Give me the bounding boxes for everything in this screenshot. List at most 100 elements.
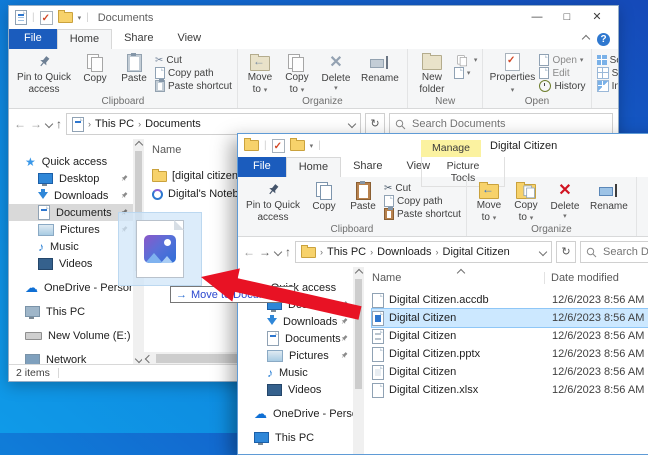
properties-button[interactable]: Properties ▾ <box>488 51 536 96</box>
open-button[interactable]: Open ▾ <box>539 54 585 66</box>
search-input[interactable] <box>410 117 607 131</box>
back-icon[interactable]: ← <box>14 117 26 131</box>
address-bar[interactable]: › This PC › Downloads › Digital Citizen <box>295 241 552 263</box>
scroll-up-icon[interactable] <box>134 140 144 150</box>
select-all-button[interactable]: Select all <box>596 54 618 66</box>
new-folder-button[interactable]: New folder <box>642 179 648 224</box>
tab-home[interactable]: Home <box>285 157 342 177</box>
copy-button[interactable]: Copy <box>306 179 342 224</box>
column-header-date-modified[interactable]: Date modified <box>544 272 619 284</box>
breadcrumb-downloads[interactable]: Downloads <box>377 246 431 258</box>
sidebar-item-quick-access[interactable]: ★Quick access <box>9 153 133 170</box>
manage-contextual-label[interactable]: Manage <box>421 140 481 157</box>
close-button[interactable]: ✕ <box>582 6 612 29</box>
file-row-selected[interactable]: Digital Citizen 12/6/2023 8:56 AM <box>371 308 648 328</box>
address-dropdown-icon[interactable] <box>347 119 357 129</box>
sidebar-item-documents[interactable]: Documents <box>238 330 353 347</box>
paste-button[interactable]: Paste <box>116 51 152 96</box>
tab-home[interactable]: Home <box>56 29 113 49</box>
sidebar-item-downloads[interactable]: Downloads <box>9 187 133 204</box>
copy-to-button[interactable]: Copy to ▾ <box>509 179 543 224</box>
easy-access-button[interactable]: ▾ <box>453 67 478 79</box>
refresh-icon[interactable]: ↻ <box>556 241 576 263</box>
sidebar-item-network[interactable]: Network <box>9 351 133 365</box>
up-icon[interactable]: ↑ <box>56 117 62 131</box>
breadcrumb-documents[interactable]: Documents <box>145 118 201 130</box>
sidebar-item-desktop[interactable]: Desktop <box>9 170 133 187</box>
delete-button[interactable]: ✕ Delete ▾ <box>317 51 355 96</box>
sidebar-item-this-pc[interactable]: This PC <box>238 429 353 446</box>
tab-file[interactable]: File <box>9 29 57 49</box>
copy-button[interactable]: Copy <box>77 51 113 96</box>
search-box[interactable] <box>389 113 613 135</box>
breadcrumb-this-pc[interactable]: This PC <box>327 246 366 258</box>
breadcrumb-digital-citizen[interactable]: Digital Citizen <box>443 246 510 258</box>
move-to-button[interactable]: ← Move to ▾ <box>243 51 277 96</box>
title-bar[interactable]: | ▾ | Documents — □ ✕ <box>9 6 618 29</box>
breadcrumb-this-pc[interactable]: This PC <box>95 118 134 130</box>
scroll-left-icon[interactable] <box>144 354 154 363</box>
sidebar-item-new-volume[interactable]: New Volume (E:) <box>9 327 133 344</box>
rename-button[interactable]: Rename <box>358 51 402 96</box>
file-row[interactable]: Digital Citizen 12/6/2023 8:56 AM <box>372 363 648 381</box>
copy-to-button[interactable]: Copy to ▾ <box>280 51 314 96</box>
tab-view[interactable]: View <box>165 29 213 49</box>
invert-selection-button[interactable]: Invert selection <box>596 80 618 92</box>
new-folder-button[interactable]: New folder <box>413 51 451 96</box>
up-icon[interactable]: ↑ <box>285 245 291 259</box>
file-row[interactable]: Digital Citizen 12/6/2023 8:56 AM <box>372 327 648 345</box>
qat-properties-icon[interactable] <box>39 10 53 25</box>
qat-chevron-down-icon[interactable]: ▾ <box>78 14 82 22</box>
help-icon[interactable]: ? <box>597 32 610 46</box>
pin-to-quick-access-button[interactable]: Pin to Quick access <box>243 179 303 224</box>
file-row[interactable]: Digital Citizen.pptx 12/6/2023 8:56 AM <box>372 345 648 363</box>
sidebar-item-downloads[interactable]: Downloads <box>238 313 353 330</box>
pin-to-quick-access-button[interactable]: Pin to Quick access <box>14 51 74 96</box>
qat-new-folder-icon[interactable] <box>289 138 305 151</box>
refresh-icon[interactable]: ↻ <box>365 113 385 135</box>
forward-icon[interactable]: → <box>259 245 271 259</box>
nav-scrollbar[interactable] <box>353 267 364 454</box>
cut-button[interactable]: ✂ Cut <box>155 54 232 66</box>
sidebar-item-videos[interactable]: Videos <box>9 255 133 272</box>
edit-button[interactable]: Edit <box>539 67 585 79</box>
paste-button[interactable]: Paste <box>345 179 381 224</box>
delete-button[interactable]: ✕ Delete ▾ <box>546 179 584 224</box>
minimize-button[interactable]: — <box>522 6 552 29</box>
sidebar-item-onedrive[interactable]: ☁OneDrive - Person <box>9 279 133 296</box>
back-icon[interactable]: ← <box>243 245 255 259</box>
search-input[interactable] <box>601 245 648 259</box>
address-bar[interactable]: › This PC › Documents <box>66 113 361 135</box>
rename-button[interactable]: Rename <box>587 179 631 224</box>
paste-shortcut-button[interactable]: Paste shortcut <box>155 79 232 92</box>
qat-properties-icon[interactable] <box>271 138 285 153</box>
tab-share[interactable]: Share <box>341 157 394 177</box>
sidebar-item-pictures[interactable]: Pictures <box>238 347 353 364</box>
maximize-button[interactable]: □ <box>552 6 582 29</box>
select-none-button[interactable]: Select none <box>596 67 618 79</box>
tab-file[interactable]: File <box>238 157 286 177</box>
file-row[interactable]: Digital Citizen.accdb 12/6/2023 8:56 AM <box>372 291 648 309</box>
history-button[interactable]: History <box>539 80 586 92</box>
copy-path-button[interactable]: Copy path <box>384 195 461 207</box>
paste-shortcut-button[interactable]: Paste shortcut <box>384 207 461 220</box>
scroll-up-icon[interactable] <box>354 268 364 278</box>
move-to-button[interactable]: ← Move to ▾ <box>472 179 506 224</box>
address-dropdown-icon[interactable] <box>538 247 548 257</box>
copy-path-button[interactable]: Copy path <box>155 67 232 79</box>
recent-locations-icon[interactable] <box>44 119 54 129</box>
title-bar[interactable]: | ▾ | Manage Digital Citizen <box>238 134 648 157</box>
tab-share[interactable]: Share <box>112 29 165 49</box>
collapse-ribbon-icon[interactable] <box>581 34 591 44</box>
sidebar-item-documents[interactable]: Documents <box>9 204 133 221</box>
sidebar-item-music[interactable]: ♪ Music <box>9 238 133 255</box>
sidebar-item-onedrive[interactable]: ☁OneDrive - Person <box>238 405 353 422</box>
cut-button[interactable]: ✂ Cut <box>384 182 461 194</box>
qat-new-folder-icon[interactable] <box>57 10 73 23</box>
sidebar-item-music[interactable]: ♪ Music <box>238 364 353 381</box>
forward-icon[interactable]: → <box>30 117 42 131</box>
sidebar-item-this-pc[interactable]: This PC <box>9 303 133 320</box>
new-item-button[interactable]: ▾ <box>454 54 477 66</box>
sidebar-item-pictures[interactable]: Pictures <box>9 221 133 238</box>
sidebar-item-videos[interactable]: Videos <box>238 381 353 398</box>
